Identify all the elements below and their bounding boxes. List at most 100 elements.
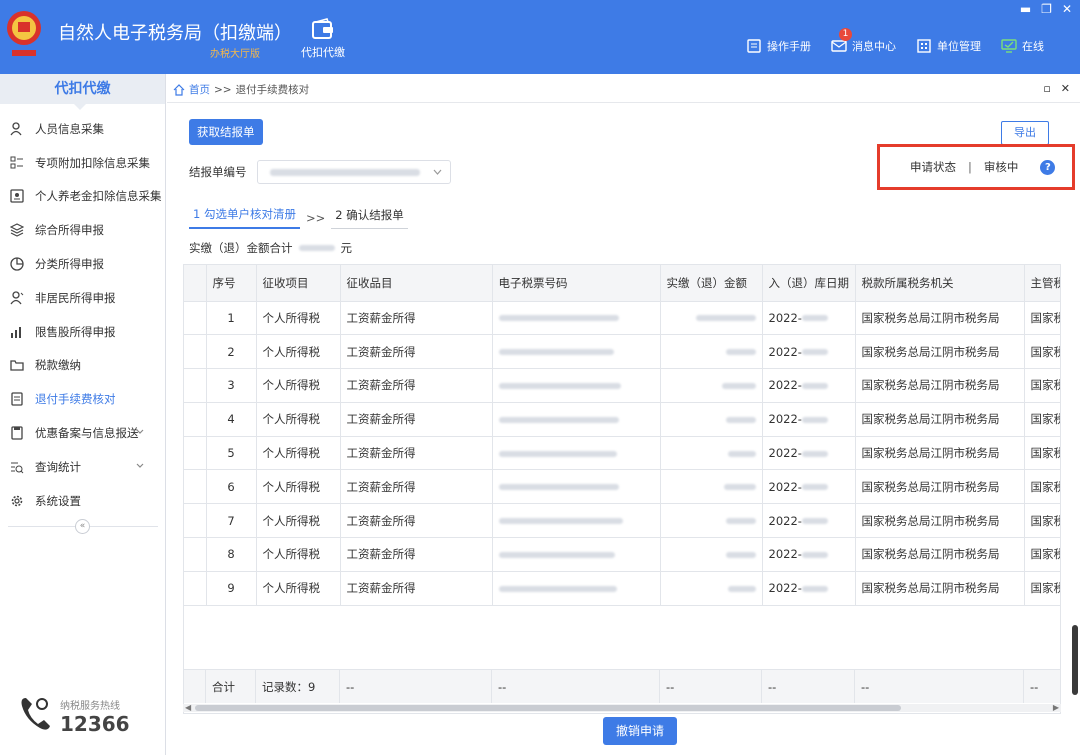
sidebar-item-classified-income[interactable]: 分类所得申报 [0,247,165,281]
row-select-cell[interactable] [184,537,207,572]
sidebar-item-system-settings[interactable]: 系统设置 [0,484,165,518]
restore-icon[interactable]: ❐ [1041,2,1052,16]
levy-category: 工资薪金所得 [340,334,493,370]
storage-date: 2022- [762,301,856,336]
redacted-value [801,382,828,389]
column-header[interactable]: 征收品目 [340,265,493,302]
step-select-list[interactable]: 1 勾选单户核对清册 [189,206,300,229]
redacted-value [695,315,756,322]
main-content: 首页 >> 退付手续费核对 ▫ ✕ 获取结报单 导出 结报单编号 申请状态 | … [167,74,1080,755]
manual-link[interactable]: 操作手册 [746,38,811,54]
message-icon [831,40,847,52]
redacted-value [727,585,756,592]
sidebar-item-nonresident-income[interactable]: 非居民所得申报 [0,281,165,315]
step-arrow: >> [305,210,326,225]
row-select-cell[interactable] [184,503,207,539]
sidebar-item-preferential-filing[interactable]: 优惠备案与信息报送 [0,416,165,450]
row-select-cell[interactable] [184,368,207,403]
table-header-row: 序号 征收项目 征收品目 电子税票号码 实缴（退）金额 入（退）库日期 税款所属… [184,265,1060,302]
table-row[interactable]: 1个人所得税工资薪金所得 2022- 国家税务总局江阴市税务局国家税 [184,301,1060,336]
module-withholding[interactable]: 代扣代缴 [296,18,350,60]
row-select-cell[interactable] [184,436,207,471]
date-prefix: 2022- [768,513,802,528]
tax-office: 国家税务总局江阴市税务局 [855,436,1025,471]
sidebar-item-personnel-info[interactable]: 人员信息采集 [0,112,165,146]
sidebar-item-comprehensive-income[interactable]: 综合所得申报 [0,213,165,247]
step-confirm-report[interactable]: 2 确认结报单 [331,207,408,229]
levy-item: 个人所得税 [256,334,341,370]
table-row[interactable]: 3个人所得税工资薪金所得 2022- 国家税务总局江阴市税务局国家税 [184,368,1060,403]
column-header[interactable]: 主管税 [1024,265,1060,302]
minimize-icon[interactable]: ▬ [1020,2,1031,16]
scrollbar-thumb[interactable] [195,705,901,711]
close-tab-icon[interactable]: ✕ [1061,82,1070,95]
sidebar-item-pension-deduction[interactable]: 个人养老金扣除信息采集 [0,180,165,214]
table-row[interactable]: 4个人所得税工资薪金所得 2022- 国家税务总局江阴市税务局国家税 [184,402,1060,437]
table-row[interactable]: 9个人所得税工资薪金所得 2022- 国家税务总局江阴市税务局国家税 [184,571,1060,606]
column-header[interactable]: 征收项目 [256,265,341,302]
home-icon [173,83,185,96]
row-select-cell[interactable] [184,334,207,370]
scroll-left-icon[interactable]: ◀ [185,703,191,712]
column-header[interactable]: 电子税票号码 [492,265,661,302]
redacted-value [727,450,756,457]
storage-date: 2022- [762,368,856,403]
sidebar-item-fee-refund-check[interactable]: 退付手续费核对 [0,382,165,416]
redacted-value [801,484,828,491]
tax-ticket-number [492,469,661,505]
collapse-sidebar-button[interactable]: « [75,519,90,534]
export-button[interactable]: 导出 [1001,121,1049,145]
maximize-tab-icon[interactable]: ▫ [1043,82,1050,95]
sidebar-item-label: 分类所得申报 [35,257,104,272]
levy-category: 工资薪金所得 [340,301,493,336]
levy-item: 个人所得税 [256,537,341,572]
breadcrumb-current: 退付手续费核对 [235,84,310,96]
row-select-cell[interactable] [184,402,207,437]
table-row[interactable]: 2个人所得税工资薪金所得 2022- 国家税务总局江阴市税务局国家税 [184,334,1060,370]
help-icon[interactable]: ? [1040,159,1056,175]
vertical-scrollbar[interactable] [1072,625,1078,695]
unit-management-link[interactable]: 单位管理 [916,38,981,54]
sidebar-item-tax-payment[interactable]: 税款缴纳 [0,349,165,383]
column-header[interactable]: 税款所属税务机关 [855,265,1025,302]
online-status[interactable]: 在线 [1001,38,1044,54]
pension-icon [10,189,24,204]
fetch-report-button[interactable]: 获取结报单 [189,119,263,145]
competent-tax-office: 国家税 [1024,537,1060,572]
message-link[interactable]: 1 消息中心 [831,28,896,54]
paid-amount [660,571,763,606]
message-label: 消息中心 [852,40,896,53]
tax-ticket-number [492,436,661,471]
window-controls: ▬ ❐ ✕ [1020,2,1072,16]
table-row[interactable]: 6个人所得税工资薪金所得 2022- 国家税务总局江阴市税务局国家税 [184,469,1060,505]
row-select-cell[interactable] [184,571,207,606]
horizontal-scrollbar[interactable]: ◀ ▶ [183,703,1061,712]
checkbox-column-header [184,265,207,302]
table-row[interactable]: 5个人所得税工资薪金所得 2022- 国家税务总局江阴市税务局国家税 [184,436,1060,471]
revoke-application-button[interactable]: 撤销申请 [603,717,677,745]
sidebar-item-special-deduction[interactable]: 专项附加扣除信息采集 [0,146,165,180]
footer-cell [184,670,206,703]
message-badge: 1 [839,28,852,41]
sidebar-menu: 人员信息采集 专项附加扣除信息采集 个人养老金扣除信息采集 综合所得申报 分类所… [0,112,165,518]
redacted-value [498,450,617,457]
sidebar-item-restricted-shares[interactable]: 限售股所得申报 [0,315,165,349]
paid-amount [660,301,763,336]
row-select-cell[interactable] [184,469,207,505]
close-icon[interactable]: ✕ [1062,2,1072,16]
column-header[interactable]: 入（退）库日期 [762,265,856,302]
levy-item: 个人所得税 [256,368,341,403]
table-row[interactable]: 8个人所得税工资薪金所得 2022- 国家税务总局江阴市税务局国家税 [184,537,1060,572]
redacted-value [498,416,619,423]
report-number-select[interactable] [256,160,451,184]
sidebar-item-query-statistics[interactable]: 查询统计 [0,450,165,484]
breadcrumb-home[interactable]: 首页 [189,82,210,97]
footer-cell: -- [340,670,492,703]
table-row[interactable]: 7个人所得税工资薪金所得 2022- 国家税务总局江阴市税务局国家税 [184,503,1060,539]
row-select-cell[interactable] [184,301,207,336]
column-header[interactable]: 序号 [206,265,257,302]
row-number: 9 [206,571,257,606]
column-header[interactable]: 实缴（退）金额 [660,265,763,302]
scroll-right-icon[interactable]: ▶ [1053,703,1059,712]
date-prefix: 2022- [768,581,802,596]
